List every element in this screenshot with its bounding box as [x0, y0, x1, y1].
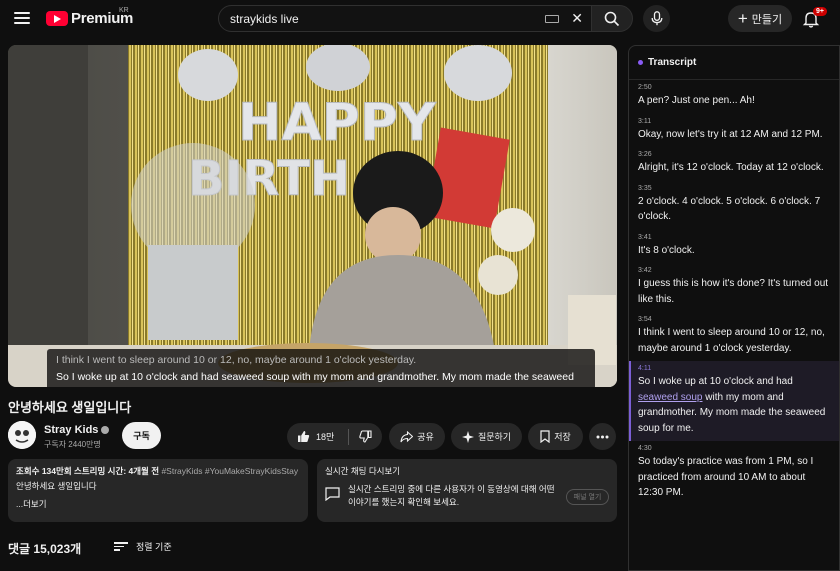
segment-text: 2 o'clock. 4 o'clock. 5 o'clock. 6 o'clo…	[638, 195, 821, 223]
menu-icon[interactable]	[12, 9, 32, 27]
bookmark-icon	[540, 430, 550, 443]
sparkle-icon	[461, 430, 474, 443]
voice-search-button[interactable]	[643, 5, 670, 32]
subscribe-button[interactable]: 구독	[122, 422, 161, 449]
ask-button[interactable]: 질문하기	[451, 423, 522, 450]
avatar[interactable]	[8, 421, 36, 449]
share-button[interactable]: 공유	[389, 423, 445, 450]
dislike-button[interactable]	[349, 430, 382, 443]
view-count: 조회수 134만회	[16, 466, 72, 476]
video-caption: I think I went to sleep around 10 or 12,…	[47, 349, 595, 387]
clear-icon[interactable]: ✕	[571, 10, 583, 27]
highlighted-term[interactable]: seaweed soup	[638, 392, 703, 403]
more-button[interactable]	[589, 423, 616, 450]
transcript-segment[interactable]: 2:50 A pen? Just one pen... Ah!	[629, 80, 839, 114]
save-label: 저장	[554, 432, 571, 442]
stream-time: 스트리밍 시간: 4개월 전	[74, 466, 160, 476]
share-icon	[400, 430, 414, 442]
transcript-header: Transcript	[629, 46, 839, 80]
segment-timestamp[interactable]: 3:11	[638, 118, 831, 125]
top-bar: Premium KR straykids live ✕ + 만들기 9+	[0, 0, 840, 37]
hashtags[interactable]: #StrayKids #YouMakeStrayKidsStay	[161, 466, 298, 476]
transcript-title: Transcript	[648, 57, 697, 68]
segment-text-before: So I woke up at 10 o'clock and had	[638, 376, 793, 387]
caption-current-line: So I woke up at 10 o'clock and had seawe…	[56, 371, 574, 383]
description-box[interactable]: 조회수 134만회 스트리밍 시간: 4개월 전 #StrayKids #You…	[8, 459, 308, 522]
youtube-logo-icon	[46, 11, 68, 26]
chat-icon	[325, 487, 340, 501]
live-chat-replay: 실시간 채팅 다시보기 실시간 스트리밍 중에 다른 사용자가 이 동영상에 대…	[317, 459, 617, 522]
transcript-segment[interactable]: 4:30 So today's practice was from 1 PM, …	[629, 441, 839, 506]
comments-count: 댓글 15,023개	[8, 542, 82, 556]
subscriber-count: 구독자 2440만명	[44, 440, 101, 449]
transcript-segment-active[interactable]: 4:11 So I woke up at 10 o'clock and had …	[629, 361, 839, 441]
thumbs-down-icon	[359, 430, 372, 443]
video-player[interactable]: HAPPY BIRTH I think I went to sleep arou…	[8, 45, 617, 387]
transcript-segment[interactable]: 3:41 It's 8 o'clock.	[629, 230, 839, 264]
notification-badge: 9+	[813, 7, 827, 16]
segment-text: It's 8 o'clock.	[638, 244, 695, 256]
segment-text: So I woke up at 10 o'clock and had seawe…	[638, 374, 831, 436]
keyboard-icon[interactable]	[545, 14, 560, 23]
save-button[interactable]: 저장	[528, 423, 583, 450]
create-button[interactable]: + 만들기	[728, 5, 792, 32]
search-icon	[604, 11, 620, 26]
svg-text:HAPPY: HAPPY	[238, 93, 437, 153]
sort-label: 정렬 기준	[136, 542, 172, 552]
verified-icon	[101, 426, 110, 434]
segment-timestamp[interactable]: 4:11	[638, 365, 831, 372]
youtube-logo[interactable]: Premium KR	[46, 7, 133, 27]
transcript-segment[interactable]: 3:54 I think I went to sleep around 10 o…	[629, 312, 839, 361]
segment-text: I guess this is how it's done? It's turn…	[638, 278, 829, 305]
segment-text: I think I went to sleep around 10 or 12,…	[638, 327, 825, 354]
description-meta: 조회수 134만회 스트리밍 시간: 4개월 전 #StrayKids #You…	[16, 465, 300, 477]
ask-label: 질문하기	[477, 432, 512, 442]
like-dislike-group: 18만	[287, 423, 382, 450]
create-label: 만들기	[751, 13, 783, 26]
show-more-link[interactable]: ...더보기	[16, 498, 300, 510]
channel-name-text: Stray Kids	[44, 424, 99, 436]
transcript-segment[interactable]: 3:42 I guess this is how it's done? It's…	[629, 263, 839, 312]
more-icon	[596, 435, 609, 438]
segment-text: So today's practice was from 1 PM, so I …	[638, 456, 814, 498]
description-text: 안녕하세요 생일입니다	[16, 481, 97, 491]
segment-timestamp[interactable]: 3:41	[638, 234, 831, 241]
channel-name[interactable]: Stray Kids	[44, 424, 110, 436]
segment-text: Alright, it's 12 o'clock. Today at 12 o'…	[638, 162, 824, 173]
segment-text: A pen? Just one pen... Ah!	[638, 95, 755, 106]
segment-timestamp[interactable]: 3:26	[638, 151, 831, 158]
logo-region: KR	[119, 7, 129, 14]
segment-timestamp[interactable]: 3:35	[638, 185, 831, 192]
segment-timestamp[interactable]: 3:54	[638, 316, 831, 323]
video-frame: HAPPY BIRTH	[8, 45, 617, 387]
mic-icon	[651, 11, 662, 26]
segment-timestamp[interactable]: 2:50	[638, 84, 831, 91]
transcript-panel: Transcript 2:50 A pen? Just one pen... A…	[628, 45, 840, 571]
video-title: 안녕하세요 생일입니다	[8, 400, 132, 415]
thumbs-up-icon	[298, 431, 310, 442]
transcript-segment[interactable]: 3:35 2 o'clock. 4 o'clock. 5 o'clock. 6 …	[629, 181, 839, 230]
search-input[interactable]: straykids live ✕	[218, 5, 592, 32]
like-count: 18만	[316, 432, 335, 442]
segment-timestamp[interactable]: 4:30	[638, 445, 831, 452]
live-chat-title: 실시간 채팅 다시보기	[325, 466, 401, 476]
share-label: 공유	[417, 432, 434, 442]
segment-timestamp[interactable]: 3:42	[638, 267, 831, 274]
open-panel-button[interactable]: 패널 열기	[566, 489, 609, 505]
caption-previous-line: I think I went to sleep around 10 or 12,…	[56, 354, 417, 366]
like-button[interactable]: 18만	[287, 428, 349, 445]
sort-button[interactable]: 정렬 기준	[114, 540, 172, 553]
transcript-dot-icon	[638, 60, 643, 65]
segment-text: Okay, now let's try it at 12 AM and 12 P…	[638, 128, 823, 140]
plus-icon: +	[737, 9, 748, 28]
live-chat-body: 실시간 스트리밍 중에 다른 사용자가 이 동영상에 대해 어떤 이야기를 했는…	[348, 484, 555, 507]
transcript-segment[interactable]: 3:26 Alright, it's 12 o'clock. Today at …	[629, 147, 839, 181]
sort-icon	[114, 542, 128, 551]
search-button[interactable]	[591, 5, 633, 32]
transcript-segment[interactable]: 3:11 Okay, now let's try it at 12 AM and…	[629, 114, 839, 148]
search-query[interactable]: straykids live	[230, 12, 545, 26]
